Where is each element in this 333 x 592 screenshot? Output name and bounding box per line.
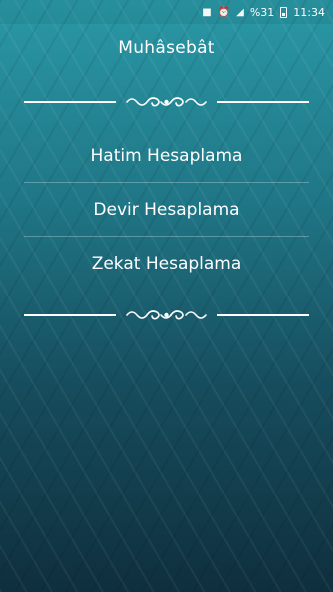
battery-percent: %31: [249, 5, 275, 19]
divider-line-left: [24, 314, 116, 316]
battery-icon: [280, 6, 288, 18]
menu-item-zekat[interactable]: Zekat Hesaplama: [24, 237, 309, 290]
bottom-divider: [24, 305, 309, 325]
divider-line-right: [217, 101, 309, 103]
ornament-icon: [126, 310, 207, 320]
status-bar: ■ ⏰ ◢ %31 11:34: [0, 0, 333, 24]
page-title: Muhâsebât: [118, 38, 215, 58]
menu-list: Hatim Hesaplama Devir Hesaplama Zekat He…: [24, 129, 309, 290]
alarm-icon: ⏰: [217, 6, 231, 18]
menu-item-devir[interactable]: Devir Hesaplama: [24, 183, 309, 237]
background-pattern: [0, 0, 333, 592]
divider-line-right: [217, 314, 309, 316]
top-divider: [24, 92, 309, 112]
menu-item-hatim[interactable]: Hatim Hesaplama: [24, 129, 309, 183]
divider-line-left: [24, 101, 116, 103]
clock: 11:34: [293, 5, 325, 19]
lock-icon: ■: [202, 6, 212, 18]
signal-icon: ◢: [236, 6, 244, 18]
ornament-icon: [126, 97, 207, 107]
